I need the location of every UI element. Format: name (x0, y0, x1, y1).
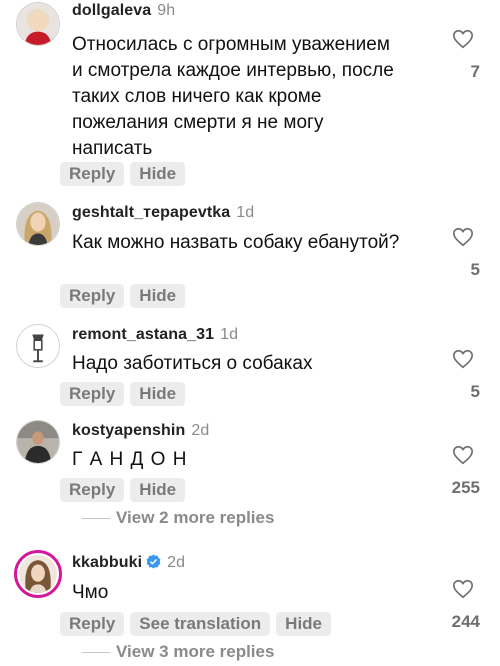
hide-button[interactable]: Hide (130, 284, 186, 308)
avatar-man-dark-icon (17, 421, 59, 463)
avatar[interactable] (16, 2, 60, 46)
hide-button[interactable]: Hide (130, 162, 186, 186)
comment-author[interactable]: kostyapenshin 2d (72, 422, 209, 440)
comment-text: Как можно назвать собаку ебанутой? (72, 232, 400, 253)
hide-button[interactable]: Hide (130, 382, 186, 406)
like-count: 5 (470, 260, 480, 279)
replies-divider (82, 517, 110, 519)
comment-time: 9h (157, 2, 176, 19)
avatar-girl-story-icon (19, 555, 57, 593)
comment-actions: Reply Hide (60, 162, 186, 186)
heart-icon[interactable] (452, 444, 474, 466)
heart-icon[interactable] (452, 28, 474, 50)
view-replies-button[interactable]: View 2 more replies (82, 508, 274, 528)
username[interactable]: dollgaleva (72, 2, 151, 19)
comment-actions: Reply Hide (60, 382, 186, 406)
comment-author[interactable]: remont_astana_31 1d (72, 326, 238, 344)
avatar-lamp-icon (17, 325, 59, 367)
view-replies-button[interactable]: View 3 more replies (82, 642, 274, 662)
comment-text: Надо заботиться о собаках (72, 353, 313, 374)
comment-time: 2d (191, 422, 210, 439)
reply-button[interactable]: Reply (60, 382, 125, 406)
username[interactable]: geshtalt_терapevtka (72, 204, 230, 221)
comment-author[interactable]: dollgaleva 9h (72, 2, 175, 20)
comment-actions: Reply Hide (60, 284, 186, 308)
heart-icon[interactable] (452, 348, 474, 370)
hide-button[interactable]: Hide (276, 612, 332, 636)
avatar[interactable] (16, 202, 60, 246)
avatar[interactable] (16, 324, 60, 368)
avatar-girl-blonde-icon (17, 203, 59, 245)
hide-button[interactable]: Hide (130, 478, 186, 502)
comment-time: 2d (167, 554, 186, 571)
comment-time: 1d (220, 326, 239, 343)
comment-text: Относилась с огромным уважением и смотре… (72, 34, 394, 159)
view-replies-label: View 2 more replies (116, 508, 275, 527)
reply-button[interactable]: Reply (60, 162, 125, 186)
comment-time: 1d (236, 204, 255, 221)
username[interactable]: remont_astana_31 (72, 326, 214, 343)
comment-actions: Reply Hide (60, 478, 186, 502)
avatar[interactable] (14, 550, 62, 598)
replies-divider (82, 651, 110, 653)
like-count: 255 (451, 478, 480, 497)
see-translation-button[interactable]: See translation (130, 612, 271, 636)
avatar[interactable] (16, 420, 60, 464)
like-count: 244 (451, 612, 480, 631)
username[interactable]: kkabbuki (72, 554, 142, 571)
reply-button[interactable]: Reply (60, 284, 125, 308)
comment-author[interactable]: geshtalt_терapevtka 1d (72, 204, 254, 222)
comment-author[interactable]: kkabbuki 2d (72, 554, 185, 572)
reply-button[interactable]: Reply (60, 612, 125, 636)
heart-icon[interactable] (452, 578, 474, 600)
reply-button[interactable]: Reply (60, 478, 125, 502)
avatar-girl-red-top-icon (17, 3, 59, 45)
heart-icon[interactable] (452, 226, 474, 248)
like-count: 5 (470, 382, 480, 401)
view-replies-label: View 3 more replies (116, 642, 275, 661)
comment-actions: Reply See translation Hide (60, 612, 332, 636)
comment-text: Г А Н Д О Н (72, 449, 188, 470)
comment-text: Чмо (72, 582, 109, 603)
like-count: 7 (470, 62, 480, 81)
verified-badge-icon (146, 554, 161, 569)
username[interactable]: kostyapenshin (72, 422, 185, 439)
comments-list: dollgaleva 9h Относилась с огромным уваже… (0, 0, 500, 666)
